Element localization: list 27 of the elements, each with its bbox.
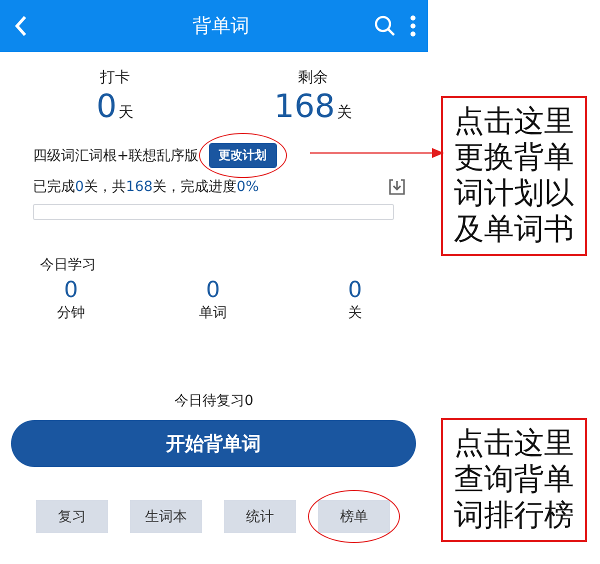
stat-label: 关 xyxy=(348,304,362,322)
stat-label: 单词 xyxy=(199,304,227,322)
stat-value: 0 xyxy=(64,278,78,304)
stat-value: 0 xyxy=(348,278,362,304)
nav-button[interactable]: 生词本 xyxy=(130,500,202,533)
change-plan-button[interactable]: 更改计划 xyxy=(208,143,277,168)
plan-name: 四级词汇词根+联想乱序版 xyxy=(33,146,199,164)
section-title: 今日学习 xyxy=(39,256,97,274)
annotation-callout: 点击这里查询背单词排行榜 xyxy=(441,418,587,542)
stat-label: 打卡 xyxy=(100,68,130,87)
stat-label: 剩余 xyxy=(298,68,328,87)
more-icon[interactable] xyxy=(410,15,416,37)
nav-button[interactable]: 复习 xyxy=(36,500,108,533)
progress-text: 已完成0关，共168关，完成进度0% xyxy=(33,178,259,196)
review-count: 今日待复习0 xyxy=(174,392,254,410)
annotation-callout: 点击这里更换背单词计划以及单词书 xyxy=(441,96,587,256)
stat-value: 0 天 xyxy=(96,87,134,127)
search-icon[interactable] xyxy=(374,15,396,37)
screen-title: 背单词 xyxy=(192,14,250,39)
stat-label: 分钟 xyxy=(57,304,85,322)
start-button[interactable]: 开始背单词 xyxy=(11,420,416,467)
download-icon[interactable] xyxy=(388,178,406,196)
nav-button[interactable]: 统计 xyxy=(224,500,296,533)
stat-value: 0 xyxy=(206,278,220,304)
back-icon[interactable] xyxy=(14,15,28,37)
stat-value: 168 关 xyxy=(274,87,352,127)
nav-button[interactable]: 榜单 xyxy=(318,500,390,533)
